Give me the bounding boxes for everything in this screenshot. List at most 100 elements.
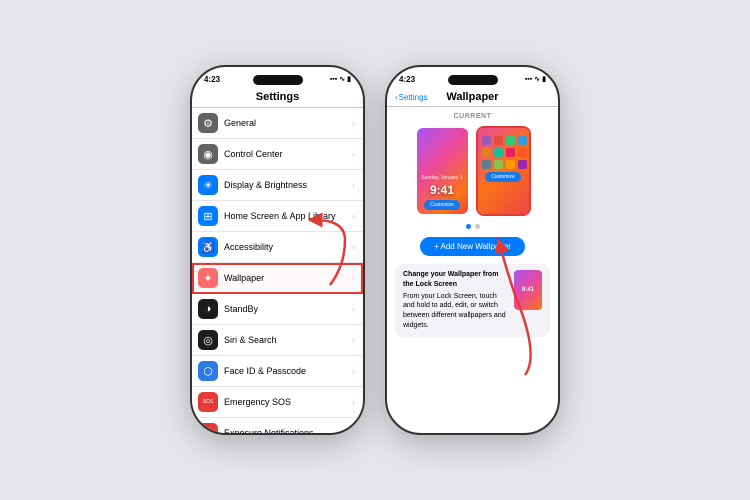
wifi-icon-2: ∿: [534, 75, 540, 83]
lock-screen-hint: Change your Wallpaper from the Lock Scre…: [395, 264, 550, 337]
app-icon: [506, 136, 515, 145]
setting-icon-control-center: ◉: [198, 144, 218, 164]
back-label: Settings: [399, 93, 428, 102]
status-icons-2: ▪▪▪ ∿ ▮: [525, 75, 546, 83]
settings-item-display[interactable]: ☀ Display & Brightness›: [192, 170, 363, 201]
settings-item-home-screen[interactable]: ⊞ Home Screen & App Library›: [192, 201, 363, 232]
home-screen-bg: Customize: [478, 128, 529, 214]
wallpaper-content: CURRENT Sunday, January 1 9:41 Customize: [387, 107, 558, 433]
lock-customize-btn[interactable]: Customize: [424, 200, 460, 210]
settings-title: Settings: [192, 89, 363, 108]
current-label: CURRENT: [454, 113, 492, 120]
time-1: 4:23: [204, 75, 220, 84]
setting-icon-wallpaper: ✦: [198, 268, 218, 288]
hint-body: From your Lock Screen, touch and hold to…: [403, 293, 506, 329]
setting-chevron-faceid: ›: [352, 366, 355, 376]
add-wallpaper-button[interactable]: + Add New Wallpaper: [420, 237, 525, 256]
settings-item-control-center[interactable]: ◉ Control Center›: [192, 139, 363, 170]
app-icon: [494, 148, 503, 157]
settings-item-standby[interactable]: ◑ StandBy›: [192, 294, 363, 325]
lock-hint-preview: 9:41: [514, 270, 542, 310]
setting-icon-standby: ◑: [198, 299, 218, 319]
status-icons-1: ▪▪▪ ∿ ▮: [330, 75, 351, 83]
lock-screen-bg: Sunday, January 1 9:41 Customize: [417, 128, 468, 214]
setting-chevron-exposure: ›: [352, 428, 355, 433]
dot-active: [466, 224, 471, 229]
settings-item-wallpaper[interactable]: ✦ Wallpaper›: [192, 263, 363, 294]
phone-2: 4:23 ▪▪▪ ∿ ▮ ‹ Settings Wallpaper CURREN…: [385, 65, 560, 435]
page-dots: [466, 224, 480, 229]
setting-label-control-center: Control Center: [224, 149, 352, 159]
back-button[interactable]: ‹ Settings: [395, 93, 428, 102]
setting-label-emergency: Emergency SOS: [224, 397, 352, 407]
wallpaper-nav: ‹ Settings Wallpaper: [387, 89, 558, 107]
app-icon: [482, 160, 491, 169]
setting-icon-emergency: SOS: [198, 392, 218, 412]
app-icon: [494, 160, 503, 169]
setting-icon-siri: ◎: [198, 330, 218, 350]
wallpaper-previews: Sunday, January 1 9:41 Customize: [415, 126, 531, 216]
setting-icon-home-screen: ⊞: [198, 206, 218, 226]
setting-icon-accessibility: ♿: [198, 237, 218, 257]
home-screen-preview[interactable]: Customize: [476, 126, 531, 216]
settings-item-exposure[interactable]: ● Exposure Notifications›: [192, 418, 363, 433]
settings-phone: 4:23 ▪▪▪ ∿ ▮ Settings ⚙General›◉Control …: [190, 65, 365, 435]
app-icon: [518, 148, 527, 157]
hint-title: Change your Wallpaper from the Lock Scre…: [403, 270, 508, 290]
setting-chevron-home-screen: ›: [352, 211, 355, 221]
setting-chevron-accessibility: ›: [352, 242, 355, 252]
settings-list: ⚙General›◉Control Center›☀Display & Brig…: [192, 108, 363, 433]
signal-icon: ▪▪▪: [330, 76, 337, 83]
setting-icon-exposure: ●: [198, 423, 218, 433]
app-icon: [518, 136, 527, 145]
back-chevron: ‹: [395, 93, 398, 102]
preview-date: Sunday, January 1: [421, 175, 462, 181]
settings-item-accessibility[interactable]: ♿ Accessibility›: [192, 232, 363, 263]
setting-label-home-screen: Home Screen & App Library: [224, 211, 352, 221]
app-icon: [482, 148, 491, 157]
setting-label-general: General: [224, 118, 352, 128]
app-icon: [518, 160, 527, 169]
setting-chevron-siri: ›: [352, 335, 355, 345]
app-icon: [482, 136, 491, 145]
setting-icon-general: ⚙: [198, 113, 218, 133]
setting-chevron-wallpaper: ›: [352, 273, 355, 283]
settings-item-emergency[interactable]: SOS Emergency SOS›: [192, 387, 363, 418]
wallpaper-phone: 4:23 ▪▪▪ ∿ ▮ ‹ Settings Wallpaper CURREN…: [385, 65, 560, 435]
home-customize-btn[interactable]: Customize: [485, 172, 521, 182]
setting-chevron-display: ›: [352, 180, 355, 190]
setting-chevron-general: ›: [352, 118, 355, 128]
setting-label-accessibility: Accessibility: [224, 242, 352, 252]
app-grid: [478, 136, 529, 169]
preview-time: 9:41: [430, 183, 454, 197]
setting-label-faceid: Face ID & Passcode: [224, 366, 352, 376]
setting-chevron-emergency: ›: [352, 397, 355, 407]
setting-icon-faceid: ⬡: [198, 361, 218, 381]
setting-label-standby: StandBy: [224, 304, 352, 314]
app-icon: [506, 148, 515, 157]
settings-item-faceid[interactable]: ⬡ Face ID & Passcode›: [192, 356, 363, 387]
settings-item-siri[interactable]: ◎ Siri & Search›: [192, 325, 363, 356]
setting-icon-display: ☀: [198, 175, 218, 195]
phone-1: 4:23 ▪▪▪ ∿ ▮ Settings ⚙General›◉Control …: [190, 65, 365, 435]
dynamic-island-2: [448, 75, 498, 85]
lock-screen-preview[interactable]: Sunday, January 1 9:41 Customize: [415, 126, 470, 216]
hint-text-container: Change your Wallpaper from the Lock Scre…: [403, 270, 508, 331]
setting-chevron-control-center: ›: [352, 149, 355, 159]
signal-icon-2: ▪▪▪: [525, 76, 532, 83]
setting-label-wallpaper: Wallpaper: [224, 273, 352, 283]
hint-content: Change your Wallpaper from the Lock Scre…: [403, 270, 508, 331]
wallpaper-title: Wallpaper: [446, 91, 498, 103]
dynamic-island: [253, 75, 303, 85]
battery-icon-2: ▮: [542, 75, 546, 83]
time-2: 4:23: [399, 75, 415, 84]
setting-chevron-standby: ›: [352, 304, 355, 314]
setting-label-exposure: Exposure Notifications: [224, 428, 352, 433]
settings-item-general[interactable]: ⚙ General›: [192, 108, 363, 139]
setting-label-display: Display & Brightness: [224, 180, 352, 190]
hint-preview-time: 9:41: [522, 287, 534, 293]
dot-inactive: [475, 224, 480, 229]
setting-label-siri: Siri & Search: [224, 335, 352, 345]
app-icon: [494, 136, 503, 145]
battery-icon: ▮: [347, 75, 351, 83]
